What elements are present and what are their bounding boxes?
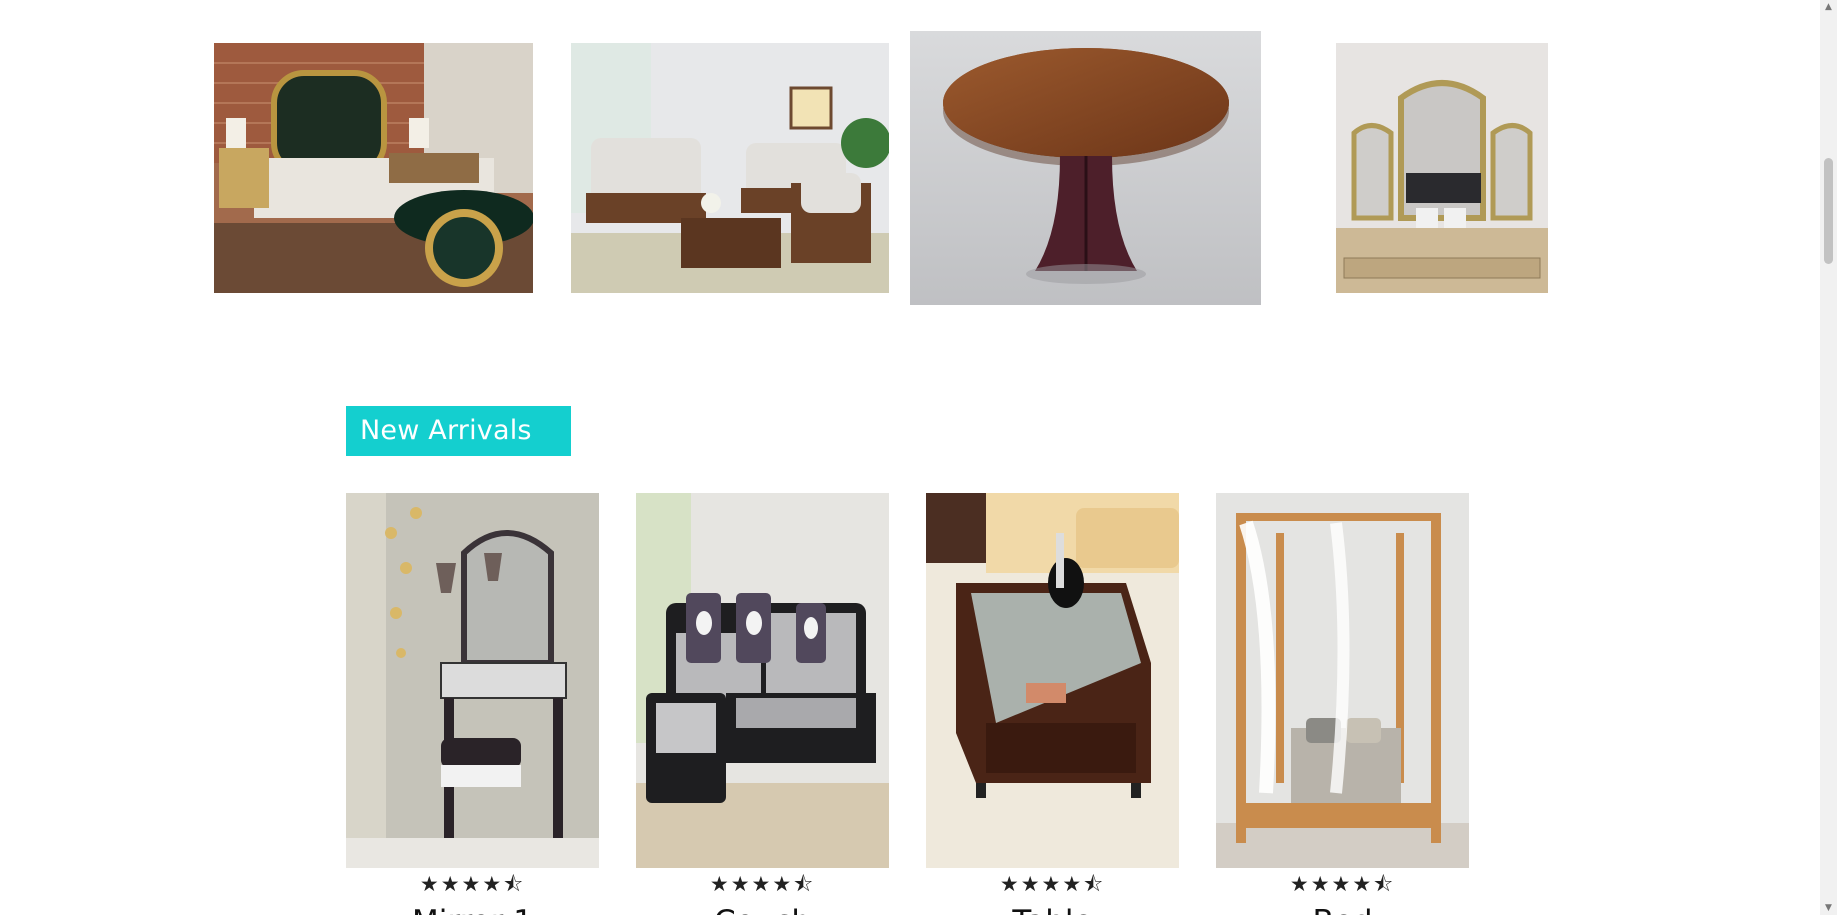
vertical-scrollbar[interactable]: ▲ ▼	[1820, 0, 1837, 915]
product-image-mirror[interactable]	[346, 493, 599, 868]
product-card[interactable]: ★★★★⯪ Couch	[636, 493, 889, 915]
category-mirror-image[interactable]	[1336, 43, 1548, 293]
product-card[interactable]: ★★★★⯪ Table	[926, 493, 1179, 915]
product-image-bed[interactable]	[1216, 493, 1469, 868]
new-arrivals-heading: New Arrivals	[346, 406, 571, 456]
product-name[interactable]: Mirror 1	[346, 904, 599, 915]
product-name[interactable]: Table	[926, 904, 1179, 915]
product-name[interactable]: Couch	[636, 904, 889, 915]
category-table-image[interactable]	[910, 31, 1261, 305]
product-name[interactable]: Bed	[1216, 904, 1469, 915]
product-card[interactable]: ★★★★⯪ Bed	[1216, 493, 1469, 915]
product-image-table[interactable]	[926, 493, 1179, 868]
rating-stars: ★★★★⯪	[1289, 872, 1396, 896]
scrollbar-thumb[interactable]	[1824, 158, 1833, 264]
product-image-couch[interactable]	[636, 493, 889, 868]
rating-stars: ★★★★⯪	[709, 872, 816, 896]
category-bed-image[interactable]	[214, 43, 533, 293]
category-sofa-image[interactable]	[571, 43, 889, 293]
product-card[interactable]: ★★★★⯪ Mirror 1	[346, 493, 599, 915]
scroll-up-icon[interactable]: ▲	[1820, 0, 1837, 14]
rating-stars: ★★★★⯪	[419, 872, 526, 896]
rating-stars: ★★★★⯪	[999, 872, 1106, 896]
page-viewport: New Arrivals ★★★★⯪ Mirror 1	[0, 0, 1820, 915]
scroll-down-icon[interactable]: ▼	[1820, 901, 1837, 915]
